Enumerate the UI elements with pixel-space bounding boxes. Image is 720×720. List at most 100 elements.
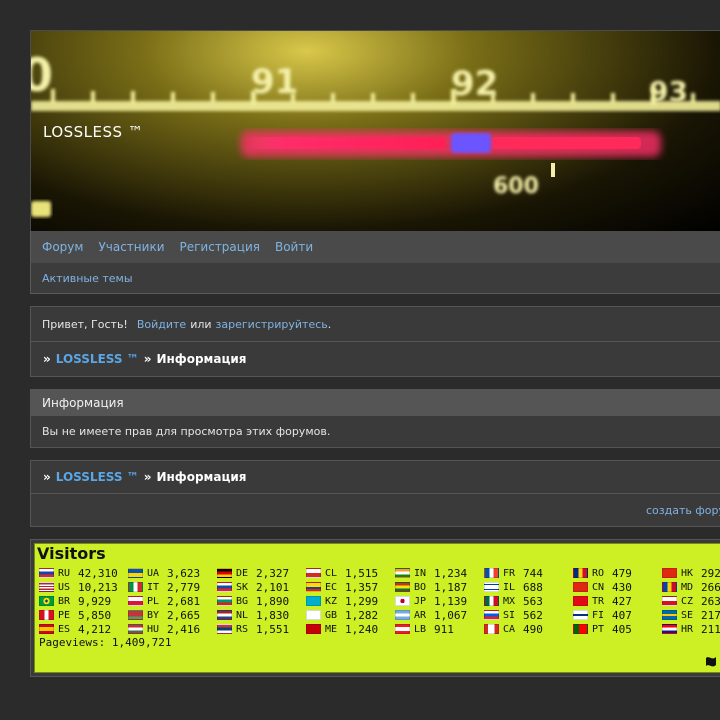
dial-number: 93	[649, 75, 688, 108]
visitors-title: Visitors	[37, 544, 106, 563]
visitor-column: CL 1,515 EC 1,357 KZ 1,299 GB 1,282 ME 1,240	[306, 566, 378, 636]
visitor-row: BY 2,665	[128, 608, 200, 622]
flag-by-icon	[128, 610, 143, 620]
visitor-row: KZ 1,299	[306, 594, 378, 608]
visitor-count: 10,213	[78, 580, 118, 594]
visitor-count: 688	[523, 580, 543, 594]
info-message: Вы не имеете прав для просмотра этих фор…	[42, 425, 331, 438]
visitor-count: 430	[612, 580, 632, 594]
visitor-count: 427	[612, 594, 632, 608]
visitor-count: 1,299	[345, 594, 379, 608]
country-code: LB	[414, 623, 427, 635]
greeting-text: Привет, Гость!	[42, 317, 128, 331]
visitors-box: Visitors RU 42,310 US 10,213 BR 9,929 PE 5,850 E…	[30, 539, 720, 677]
visitor-row: IL 688	[484, 580, 543, 594]
greeting-period: .	[327, 317, 332, 331]
flag-rs-icon	[217, 624, 232, 634]
flag-hr-icon	[662, 624, 677, 634]
visitor-row: HK 292	[662, 566, 720, 580]
country-code: BR	[58, 595, 71, 607]
breadcrumb: » LOSSLESS ™ » Информация	[31, 342, 720, 376]
breadcrumb-separator: »	[43, 352, 51, 366]
main-navigation: Форум Участники Регистрация Войти	[30, 231, 720, 263]
country-code: DE	[236, 567, 249, 579]
visitor-row: SI 562	[484, 608, 543, 622]
visitor-column: FR 744 IL 688 MX 563 SI 562 CA 490	[484, 566, 543, 636]
nav-forum[interactable]: Форум	[42, 240, 83, 254]
visitor-column: DE 2,327 SK 2,101 BG 1,890 NL 1,830 RS 1,551	[217, 566, 289, 636]
flag-counter-widget[interactable]: Visitors RU 42,310 US 10,213 BR 9,929 PE 5,850 E…	[34, 543, 720, 673]
country-code: FI	[592, 609, 605, 621]
breadcrumb-current: Информация	[156, 352, 247, 366]
secondary-navigation: Активные темы	[30, 263, 720, 294]
dial-number: 600	[493, 174, 539, 199]
flag-pl-icon	[128, 596, 143, 606]
visitor-count: 217	[701, 608, 720, 622]
nav-login[interactable]: Войти	[275, 240, 313, 254]
breadcrumb-forum-link[interactable]: LOSSLESS ™	[56, 470, 139, 484]
flag-bo-icon	[395, 582, 410, 592]
visitor-count: 1,890	[256, 594, 290, 608]
greeting-or: или	[190, 317, 212, 331]
page-wrapper: 0 91 92 93 600 LOSSLESS ™ Форум Участник…	[30, 30, 720, 677]
visitor-row: BO 1,187	[395, 580, 467, 594]
visitor-row: FI 407	[573, 608, 632, 622]
register-link[interactable]: зарегистрируйтесь	[216, 318, 328, 331]
visitor-count: 1,139	[434, 594, 468, 608]
visitor-row: GB 1,282	[306, 608, 378, 622]
visitor-row: PL 2,681	[128, 594, 200, 608]
flag-fi-icon	[573, 610, 588, 620]
site-brand[interactable]: LOSSLESS ™	[43, 123, 143, 141]
header-banner: 0 91 92 93 600 LOSSLESS ™	[30, 30, 720, 231]
country-code: RO	[592, 567, 605, 579]
visitor-row: ES 4,212	[39, 622, 118, 636]
nav-register[interactable]: Регистрация	[180, 240, 260, 254]
visitor-count: 562	[523, 608, 543, 622]
flag-cl-icon	[306, 568, 321, 578]
visitor-row: US 10,213	[39, 580, 118, 594]
visitor-row: CL 1,515	[306, 566, 378, 580]
country-code: MX	[503, 595, 516, 607]
nav-members[interactable]: Участники	[98, 240, 164, 254]
country-code: IT	[147, 581, 160, 593]
visitor-count: 405	[612, 622, 632, 636]
visitor-count: 1,551	[256, 622, 290, 636]
flag-gb-icon	[306, 610, 321, 620]
visitor-count: 1,357	[345, 580, 379, 594]
flag-bg-icon	[217, 596, 232, 606]
footer-breadcrumb-box: » LOSSLESS ™ » Информация создать форум	[30, 460, 720, 527]
flag-lb-icon	[395, 624, 410, 634]
flag-nl-icon	[217, 610, 232, 620]
breadcrumb-separator: »	[143, 470, 152, 484]
create-forum-link[interactable]: создать форум	[646, 504, 720, 517]
visitor-count: 263	[701, 594, 720, 608]
flag-tr-icon	[573, 596, 588, 606]
visitor-count: 1,234	[434, 566, 468, 580]
flag-es-icon	[39, 624, 54, 634]
visitor-row: AR 1,067	[395, 608, 467, 622]
country-code: RU	[58, 567, 71, 579]
country-code: GB	[325, 609, 338, 621]
visitor-count: 42,310	[78, 566, 118, 580]
breadcrumb-bottom: » LOSSLESS ™ » Информация	[31, 461, 720, 494]
flag-sk-icon	[217, 582, 232, 592]
visitor-count: 9,929	[78, 594, 112, 608]
flag-ca-icon	[484, 624, 499, 634]
visitor-count: 1,187	[434, 580, 468, 594]
country-code: BY	[147, 609, 160, 621]
pageviews-count: 1,409,721	[111, 636, 172, 649]
visitor-column: IN 1,234 BO 1,187 JP 1,139 AR 1,067 LB 911	[395, 566, 467, 636]
breadcrumb-forum-link[interactable]: LOSSLESS ™	[56, 352, 139, 366]
visitor-count: 2,779	[167, 580, 201, 594]
visitor-row: CN 430	[573, 580, 632, 594]
country-code: PL	[147, 595, 160, 607]
visitor-row: TR 427	[573, 594, 632, 608]
country-code: CA	[503, 623, 516, 635]
visitor-count: 211	[701, 622, 720, 636]
nav-active-topics[interactable]: Активные темы	[42, 272, 133, 285]
flag-counter-logo-icon	[706, 657, 716, 668]
flag-ua-icon	[128, 568, 143, 578]
login-link[interactable]: Войдите	[137, 318, 186, 331]
visitor-row: RU 42,310	[39, 566, 118, 580]
flag-kz-icon	[306, 596, 321, 606]
